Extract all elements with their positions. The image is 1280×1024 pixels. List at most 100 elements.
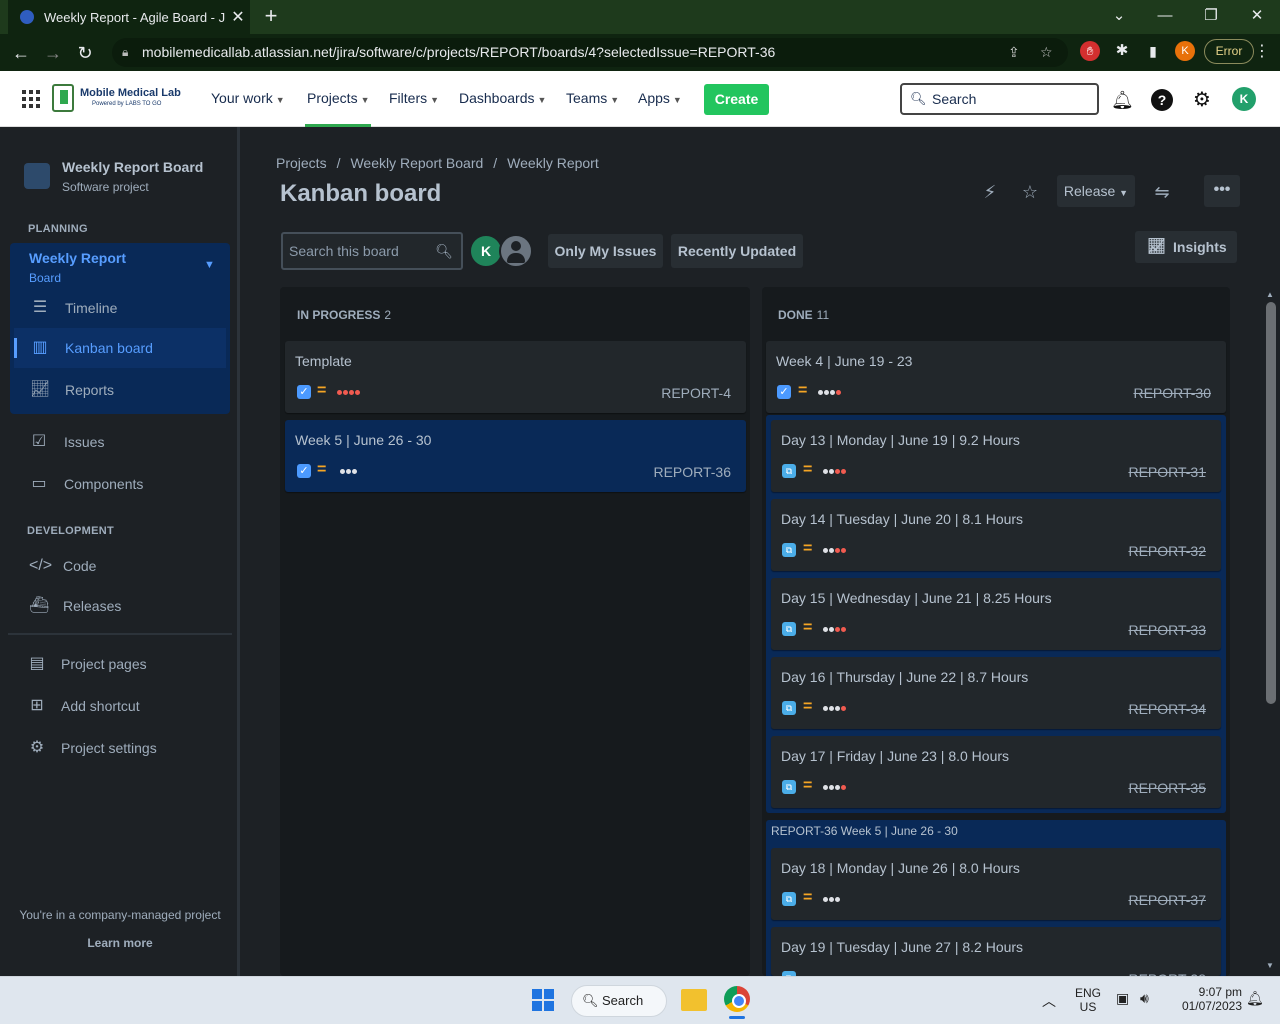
sidebar-item-kanban-label: Kanban board <box>65 340 153 356</box>
automation-lightning-icon[interactable]: ⚡︎ <box>978 180 1002 204</box>
profile-avatar[interactable]: K <box>1175 41 1195 61</box>
issue-card[interactable]: Day 17 | Friday | June 23 | 8.0 Hours ⧉ … <box>771 736 1221 808</box>
address-bar[interactable]: 🔒︎ mobilemedicallab.atlassian.net/jira/s… <box>112 38 1068 67</box>
share-icon[interactable]: ⇋ <box>1150 180 1174 204</box>
chevron-down-icon[interactable]: ▼ <box>204 259 215 271</box>
network-icon[interactable]: ▣ <box>1116 990 1129 1007</box>
search-placeholder: Search <box>932 91 977 107</box>
board-switcher-title[interactable]: Weekly Report <box>29 250 126 266</box>
sidebar-item-code[interactable]: Code <box>63 558 96 574</box>
nav-dashboards[interactable]: Dashboards ▼ <box>459 90 546 106</box>
sidebar-item-components[interactable]: Components <box>64 476 143 492</box>
chrome-icon[interactable] <box>724 986 750 1012</box>
nav-label: Apps <box>638 90 670 106</box>
sidebar-divider <box>8 633 232 635</box>
assignee-avatar-filter[interactable]: K <box>469 234 503 268</box>
sidebar-item-project-settings[interactable]: Project settings <box>61 740 157 756</box>
insights-button[interactable]: 📈︎ Insights <box>1135 231 1237 263</box>
swimlane-label[interactable]: REPORT-36 Week 5 | June 26 - 30 <box>771 824 958 838</box>
help-icon[interactable]: ? <box>1151 89 1173 111</box>
issue-card[interactable]: Day 18 | Monday | June 26 | 8.0 Hours ⧉ … <box>771 848 1221 920</box>
user-avatar[interactable]: K <box>1232 87 1256 111</box>
issue-card[interactable]: Day 15 | Wednesday | June 21 | 8.25 Hour… <box>771 578 1221 650</box>
forward-arrow-icon[interactable]: → <box>40 40 66 66</box>
nav-teams[interactable]: Teams ▼ <box>566 90 619 106</box>
only-my-issues-filter[interactable]: Only My Issues <box>548 234 663 268</box>
breadcrumb-board[interactable]: Weekly Report Board <box>350 155 483 171</box>
scroll-up-icon[interactable]: ▲ <box>1266 290 1274 299</box>
update-error-chip[interactable]: Error <box>1204 39 1254 64</box>
chevron-down-icon: ▼ <box>360 95 370 105</box>
clock[interactable]: 9:07 pm 01/07/2023 <box>1170 985 1242 1013</box>
recently-updated-filter[interactable]: Recently Updated <box>671 234 803 268</box>
back-arrow-icon[interactable]: ← <box>8 40 34 66</box>
issue-card[interactable]: Day 16 | Thursday | June 22 | 8.7 Hours … <box>771 657 1221 729</box>
scroll-down-icon[interactable]: ▼ <box>1266 961 1274 970</box>
breadcrumb-weekly-report[interactable]: Weekly Report <box>507 155 599 171</box>
issue-card[interactable]: Day 14 | Tuesday | June 20 | 8.1 Hours ⧉… <box>771 499 1221 571</box>
board-search-input[interactable]: Search this board 🔍︎ <box>281 232 463 270</box>
taskbar-search[interactable]: 🔍︎ Search <box>571 985 667 1017</box>
tab-search-icon[interactable]: ⌄ <box>1104 4 1134 28</box>
sidebar-item-releases[interactable]: Releases <box>63 598 121 614</box>
notification-icon[interactable]: 🔔︎ <box>1246 990 1264 1007</box>
chevron-down-icon: ▼ <box>610 95 620 105</box>
issue-card-selected[interactable]: Week 5 | June 26 - 30 ✓ = REPORT-36 <box>285 420 746 492</box>
restore-button[interactable]: ❐ <box>1196 4 1226 28</box>
browser-menu-icon[interactable]: ⋮ <box>1254 41 1270 61</box>
issue-card[interactable]: Day 13 | Monday | June 19 | 9.2 Hours ⧉ … <box>771 420 1221 492</box>
close-tab-icon[interactable]: ✕ <box>226 7 250 27</box>
create-button[interactable]: Create <box>704 84 769 115</box>
new-tab-button[interactable]: + <box>260 4 282 28</box>
side-panel-icon[interactable]: ▮ <box>1143 41 1163 61</box>
reload-icon[interactable]: ↻ <box>72 40 98 66</box>
estimate-dots-icon <box>818 385 842 399</box>
close-window-button[interactable]: ✕ <box>1242 4 1272 28</box>
clock-date: 01/07/2023 <box>1181 999 1242 1013</box>
card-key: REPORT-31 <box>1128 464 1206 480</box>
language-indicator[interactable]: ENG US <box>1070 986 1106 1014</box>
minimize-button[interactable]: — <box>1150 4 1180 28</box>
issue-card[interactable]: Template ✓ = REPORT-4 <box>285 341 746 413</box>
card-title: Template <box>295 353 352 369</box>
sidebar-item-timeline[interactable]: Timeline <box>65 300 117 316</box>
nav-apps[interactable]: Apps ▼ <box>638 90 682 106</box>
bookmark-star-icon[interactable]: ☆ <box>1040 38 1053 67</box>
project-sidebar: Weekly Report Board Software project PLA… <box>0 127 240 976</box>
volume-icon[interactable]: 🔊︎ <box>1140 990 1149 1007</box>
tray-overflow-chevron-icon[interactable]: ︿ <box>1042 991 1056 1011</box>
sidebar-item-issues[interactable]: Issues <box>64 434 104 450</box>
priority-medium-icon: = <box>803 777 813 794</box>
issue-card[interactable]: Day 19 | Tuesday | June 27 | 8.2 Hours ⧉… <box>771 927 1221 976</box>
notifications-bell-icon[interactable]: 🔔︎ <box>1111 89 1134 111</box>
issue-card[interactable]: Week 4 | June 19 - 23 ✓ = REPORT-30 <box>766 341 1226 413</box>
star-icon[interactable]: ☆ <box>1018 180 1042 204</box>
sidebar-item-reports[interactable]: Reports <box>65 382 114 398</box>
app-switcher-icon[interactable] <box>22 90 40 108</box>
nav-projects[interactable]: Projects ▼ <box>307 90 370 106</box>
card-title: Day 14 | Tuesday | June 20 | 8.1 Hours <box>781 511 1024 527</box>
site-logo[interactable]: Mobile Medical Lab Powered by LABS TO GO <box>52 84 182 114</box>
extensions-puzzle-icon[interactable]: ✱ <box>1112 41 1132 61</box>
scrollbar-thumb[interactable] <box>1266 302 1276 704</box>
priority-medium-icon: = <box>803 540 813 557</box>
chevron-down-icon: ▼ <box>1119 188 1129 198</box>
unassigned-avatar-filter[interactable] <box>499 234 533 268</box>
learn-more-link[interactable]: Learn more <box>0 936 240 950</box>
nav-your-work[interactable]: Your work ▼ <box>211 90 285 106</box>
logo-name: Mobile Medical Lab <box>80 87 181 99</box>
more-actions-icon[interactable]: ••• <box>1204 175 1240 207</box>
share-icon[interactable]: ⇪ <box>1008 38 1020 67</box>
settings-gear-icon[interactable]: ⚙ <box>1191 89 1213 111</box>
windows-start-icon[interactable] <box>532 989 554 1011</box>
release-button[interactable]: Release ▼ <box>1057 175 1135 207</box>
card-key: REPORT-37 <box>1128 892 1206 908</box>
nav-filters[interactable]: Filters ▼ <box>389 90 439 106</box>
sidebar-item-add-shortcut[interactable]: Add shortcut <box>61 698 140 714</box>
browser-tab[interactable]: Weekly Report - Agile Board - Jir ✕ <box>8 0 250 34</box>
global-search-input[interactable]: 🔍︎ Search <box>900 83 1099 115</box>
extension-stop-icon[interactable]: ✋︎ <box>1080 41 1100 61</box>
file-explorer-icon[interactable] <box>681 989 707 1011</box>
sidebar-item-project-pages[interactable]: Project pages <box>61 656 147 672</box>
breadcrumb-projects[interactable]: Projects <box>276 155 327 171</box>
